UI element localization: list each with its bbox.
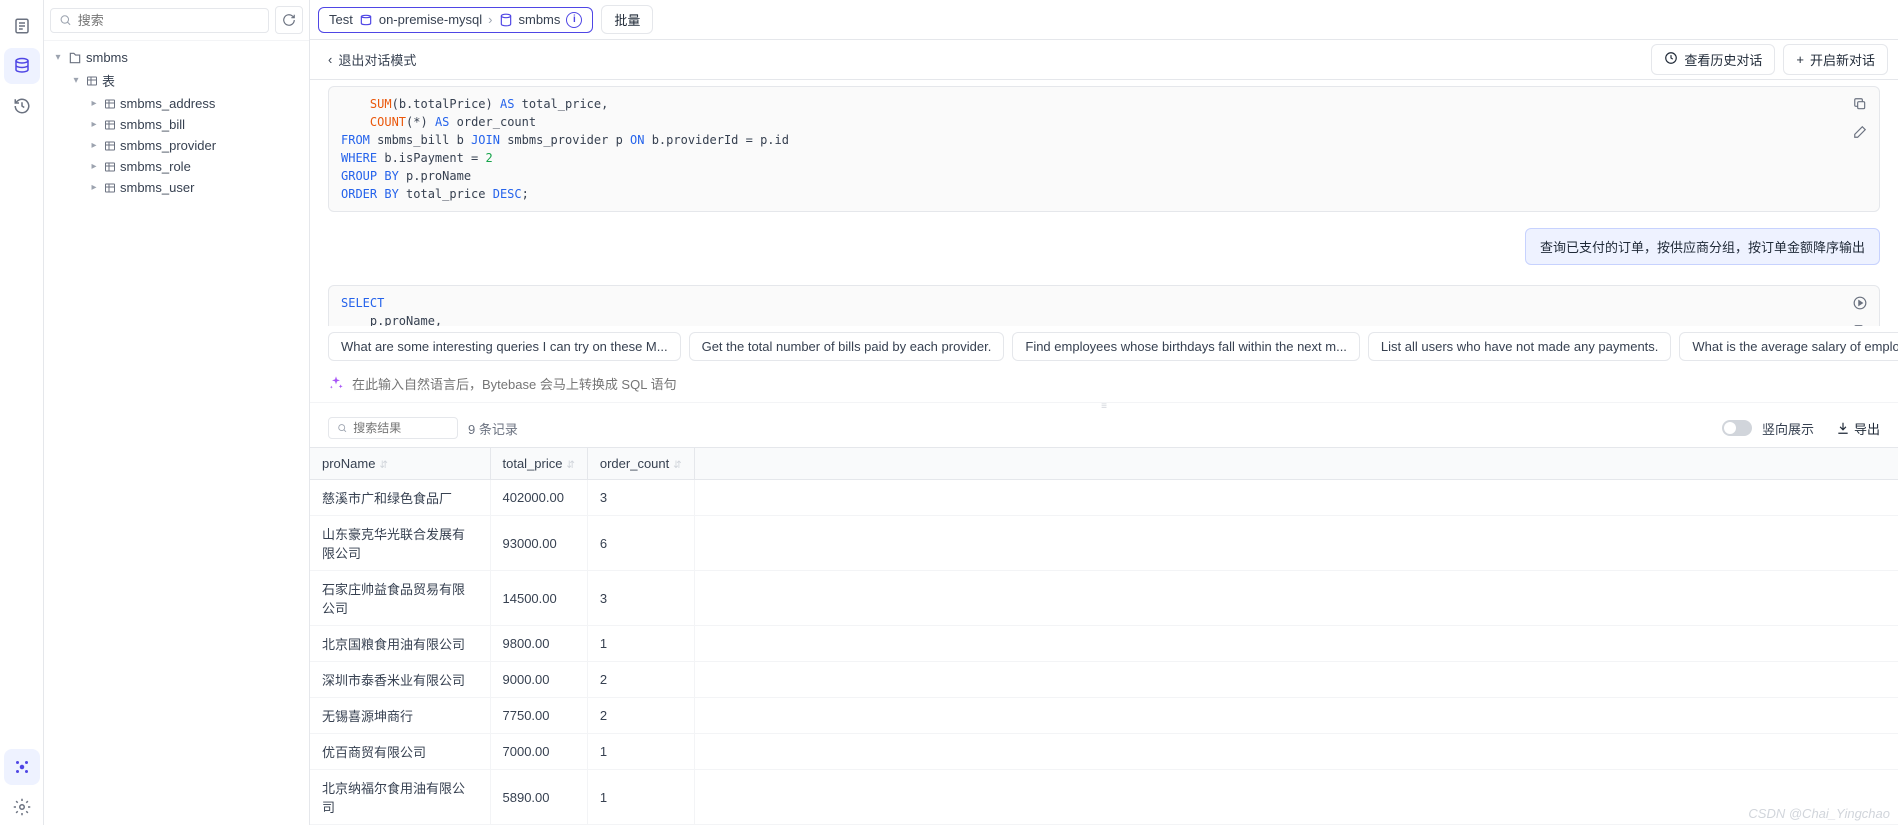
history-button[interactable]: 查看历史对话: [1651, 44, 1775, 75]
chevron-left-icon: ‹: [328, 52, 332, 67]
export-button[interactable]: 导出: [1836, 419, 1880, 438]
run-button[interactable]: [1849, 292, 1871, 314]
sort-icon: ⇵: [673, 460, 681, 471]
column-header[interactable]: order_count⇵: [587, 448, 694, 480]
instance-icon: [359, 13, 373, 27]
new-chat-button[interactable]: + 开启新对话: [1783, 44, 1888, 75]
table-icon: [104, 98, 116, 110]
database-icon[interactable]: [4, 48, 40, 84]
suggestion-chip[interactable]: Find employees whose birthdays fall with…: [1012, 332, 1360, 361]
vertical-label: 竖向展示: [1762, 419, 1814, 438]
suggestion-chip[interactable]: Get the total number of bills paid by ea…: [689, 332, 1005, 361]
prompt-row: [310, 367, 1898, 403]
sql-block-full: SELECT p.proName, SUM(b.totalPrice) AS t…: [328, 285, 1880, 326]
prompt-input[interactable]: [352, 377, 1880, 392]
vertical-toggle[interactable]: [1722, 420, 1752, 436]
table-icon: [104, 161, 116, 173]
table-row[interactable]: 北京纳福尔食用油有限公司5890.001: [310, 770, 1898, 825]
record-count: 9 条记录: [468, 419, 518, 438]
table-row[interactable]: 山东豪克华光联合发展有限公司93000.006: [310, 516, 1898, 571]
sheet-icon[interactable]: [4, 8, 40, 44]
clock-icon: [1664, 51, 1678, 68]
table-row[interactable]: 北京国粮食用油有限公司9800.001: [310, 626, 1898, 662]
table-row[interactable]: 深圳市泰香米业有限公司9000.002: [310, 662, 1898, 698]
column-header[interactable]: proName⇵: [310, 448, 490, 480]
search-input[interactable]: [50, 8, 269, 33]
table-row[interactable]: 慈溪市广和绿色食品厂402000.003: [310, 480, 1898, 516]
table-row[interactable]: 无锡喜源坤商行7750.002: [310, 698, 1898, 734]
edit-button[interactable]: [1849, 121, 1871, 143]
table-icon: [104, 140, 116, 152]
results-table: proName⇵total_price⇵order_count⇵ 慈溪市广和绿色…: [310, 447, 1898, 825]
table-row[interactable]: 优百商贸有限公司7000.001: [310, 734, 1898, 770]
results-toolbar: 9 条记录 竖向展示 导出: [310, 409, 1898, 447]
breadcrumb-bar: Test on-premise-mysql › smbms i 批量: [310, 0, 1898, 40]
tree-table-item[interactable]: ▸smbms_address: [84, 93, 305, 114]
schema-icon: [68, 51, 82, 65]
sql-block-partial: SUM(b.totalPrice) AS total_price, COUNT(…: [328, 86, 1880, 212]
batch-button[interactable]: 批量: [601, 5, 653, 34]
refresh-button[interactable]: [275, 6, 303, 34]
database-small-icon: [499, 13, 513, 27]
ai-icon[interactable]: [4, 749, 40, 785]
copy-button[interactable]: [1849, 320, 1871, 326]
suggestion-chip[interactable]: What is the average salary of employees …: [1679, 332, 1898, 361]
chat-scroll[interactable]: SUM(b.totalPrice) AS total_price, COUNT(…: [310, 80, 1898, 326]
table-row[interactable]: 石家庄帅益食品贸易有限公司14500.003: [310, 571, 1898, 626]
sort-icon: ⇵: [566, 460, 574, 471]
plus-icon: +: [1796, 52, 1804, 67]
tree-table-item[interactable]: ▸smbms_user: [84, 177, 305, 198]
attribution: CSDN @Chai_Yingchao: [1748, 806, 1890, 821]
table-folder-icon: [86, 75, 98, 87]
table-icon: [104, 119, 116, 131]
suggestion-row: What are some interesting queries I can …: [310, 326, 1898, 367]
info-icon[interactable]: i: [566, 12, 582, 28]
gear-icon[interactable]: [4, 789, 40, 825]
sparkle-icon: [328, 375, 344, 394]
table-icon: [104, 182, 116, 194]
tree-table-item[interactable]: ▸smbms_bill: [84, 114, 305, 135]
chevron-right-icon: ›: [488, 12, 492, 27]
main-content: Test on-premise-mysql › smbms i 批量 ‹ 退出对…: [310, 0, 1898, 825]
copy-button[interactable]: [1849, 93, 1871, 115]
breadcrumb[interactable]: Test on-premise-mysql › smbms i: [318, 7, 593, 33]
suggestion-chip[interactable]: List all users who have not made any pay…: [1368, 332, 1671, 361]
history-icon[interactable]: [4, 88, 40, 124]
sidebar: ▾ smbms ▾ 表 ▸smbms_address▸smbms_bill▸sm…: [44, 0, 310, 825]
column-header[interactable]: total_price⇵: [490, 448, 587, 480]
left-rail: [0, 0, 44, 825]
results-search[interactable]: [328, 417, 458, 439]
tree-table-item[interactable]: ▸smbms_role: [84, 156, 305, 177]
tree-tables-folder[interactable]: ▾ 表: [66, 68, 305, 93]
tree-database[interactable]: ▾ smbms: [48, 47, 305, 68]
tree-table-item[interactable]: ▸smbms_provider: [84, 135, 305, 156]
user-message: 查询已支付的订单，按供应商分组，按订单金额降序输出: [1525, 228, 1880, 265]
database-tree: ▾ smbms ▾ 表 ▸smbms_address▸smbms_bill▸sm…: [44, 41, 309, 204]
sort-icon: ⇵: [379, 460, 387, 471]
action-bar: ‹ 退出对话模式 查看历史对话 + 开启新对话: [310, 40, 1898, 80]
suggestion-chip[interactable]: What are some interesting queries I can …: [328, 332, 681, 361]
exit-chat-button[interactable]: ‹ 退出对话模式: [320, 46, 424, 73]
